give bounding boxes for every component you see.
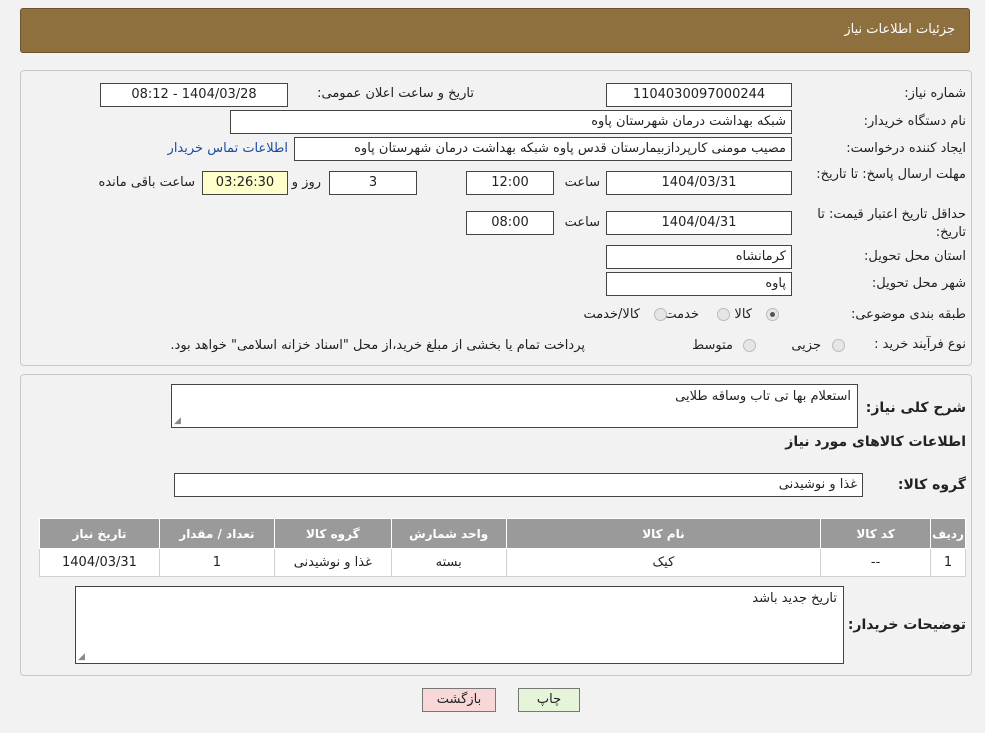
- col-row-header: ردیف: [930, 518, 966, 549]
- back-button[interactable]: بازگشت: [422, 688, 496, 712]
- cell-quantity: 1: [158, 548, 275, 577]
- creator-field: مصیب مومنی کارپردازبیمارستان قدس پاوه شب…: [294, 137, 792, 161]
- days-field: 3: [329, 171, 417, 195]
- col-name-header: نام کالا: [505, 518, 822, 549]
- city-label: شهر محل تحویل:: [871, 276, 966, 291]
- resize-grip-icon[interactable]: ◢: [78, 652, 85, 662]
- creator-label: ایجاد کننده درخواست:: [846, 141, 966, 156]
- process-note: پرداخت تمام یا بخشی از مبلغ خرید،از محل …: [170, 338, 585, 353]
- col-group-header: گروه کالا: [273, 518, 392, 549]
- col-date-header: تاریخ نیاز: [39, 518, 160, 549]
- announce-label: تاریخ و ساعت اعلان عمومی:: [317, 86, 474, 101]
- page-title: جزئیات اطلاعات نیاز: [844, 22, 955, 37]
- remaining-label: ساعت باقی مانده: [98, 175, 195, 190]
- need-number-field: 1104030097000244: [606, 83, 792, 107]
- validity-time-field: 08:00: [466, 211, 554, 235]
- cell-unit: بسته: [390, 548, 507, 577]
- deadline-time-label: ساعت: [564, 175, 600, 190]
- category-option-goods: کالا: [734, 307, 752, 322]
- category-radio-service[interactable]: [717, 308, 730, 321]
- process-option-medium: متوسط: [692, 338, 733, 353]
- buyer-notes-text: تاریخ جدید باشد: [752, 591, 837, 606]
- need-number-label: شماره نیاز:: [904, 86, 966, 101]
- cell-row: 1: [930, 548, 966, 577]
- page-header: جزئیات اطلاعات نیاز: [20, 8, 970, 53]
- validity-time-label: ساعت: [564, 215, 600, 230]
- buyer-org-label: نام دستگاه خریدار:: [863, 114, 966, 129]
- city-field: پاوه: [606, 272, 792, 296]
- validity-label: حداقل تاریخ اعتبار قیمت: تا تاریخ:: [817, 207, 966, 240]
- table-row: 1 -- کیک بسته غذا و نوشیدنی 1 1404/03/31: [39, 548, 966, 577]
- category-option-service: خدمت: [664, 307, 699, 322]
- goods-info-title: اطلاعات کالاهای مورد نیاز: [785, 434, 966, 450]
- summary-field[interactable]: استعلام بها تی تاب وساقه طلایی ◢: [171, 384, 858, 428]
- summary-text: استعلام بها تی تاب وساقه طلایی: [675, 389, 851, 404]
- days-label: روز و: [291, 175, 321, 190]
- announce-field: 1404/03/28 - 08:12: [100, 83, 288, 107]
- process-radio-medium[interactable]: [743, 339, 756, 352]
- buyer-org-field: شبکه بهداشت درمان شهرستان پاوه: [230, 110, 792, 134]
- remaining-time-field: 03:26:30: [202, 171, 288, 195]
- cell-date: 1404/03/31: [39, 548, 160, 577]
- deadline-date-field: 1404/03/31: [606, 171, 792, 195]
- process-label: نوع فرآیند خرید :: [874, 337, 966, 352]
- goods-table-header: ردیف کد کالا نام کالا واحد شمارش گروه کا…: [39, 518, 966, 549]
- col-quantity-header: تعداد / مقدار: [158, 518, 275, 549]
- goods-group-label: گروه کالا:: [897, 477, 966, 493]
- buyer-contact-link[interactable]: اطلاعات تماس خریدار: [168, 141, 288, 156]
- deadline-time-field: 12:00: [466, 171, 554, 195]
- summary-label: شرح کلی نیاز:: [865, 400, 966, 416]
- buyer-notes-label: توضیحات خریدار:: [847, 617, 966, 633]
- category-option-goods-service: کالا/خدمت: [583, 307, 640, 322]
- process-option-minor: جزیی: [791, 338, 821, 353]
- col-code-header: کد کالا: [820, 518, 932, 549]
- cell-code: --: [820, 548, 932, 577]
- category-label: طبقه بندی موضوعی:: [850, 307, 966, 322]
- buyer-notes-field[interactable]: تاریخ جدید باشد ◢: [75, 586, 844, 664]
- goods-table: ردیف کد کالا نام کالا واحد شمارش گروه کا…: [39, 518, 966, 577]
- province-label: استان محل تحویل:: [864, 249, 966, 264]
- cell-group: غذا و نوشیدنی: [273, 548, 392, 577]
- resize-grip-icon[interactable]: ◢: [174, 416, 181, 426]
- col-unit-header: واحد شمارش: [390, 518, 507, 549]
- province-field: کرمانشاه: [606, 245, 792, 269]
- validity-date-field: 1404/04/31: [606, 211, 792, 235]
- deadline-label: مهلت ارسال پاسخ: تا تاریخ:: [816, 167, 966, 182]
- category-radio-goods-service[interactable]: [654, 308, 667, 321]
- cell-name: کیک: [505, 548, 822, 577]
- process-radio-minor[interactable]: [832, 339, 845, 352]
- category-radio-goods[interactable]: [766, 308, 779, 321]
- print-button[interactable]: چاپ: [518, 688, 580, 712]
- goods-group-field: غذا و نوشیدنی: [174, 473, 863, 497]
